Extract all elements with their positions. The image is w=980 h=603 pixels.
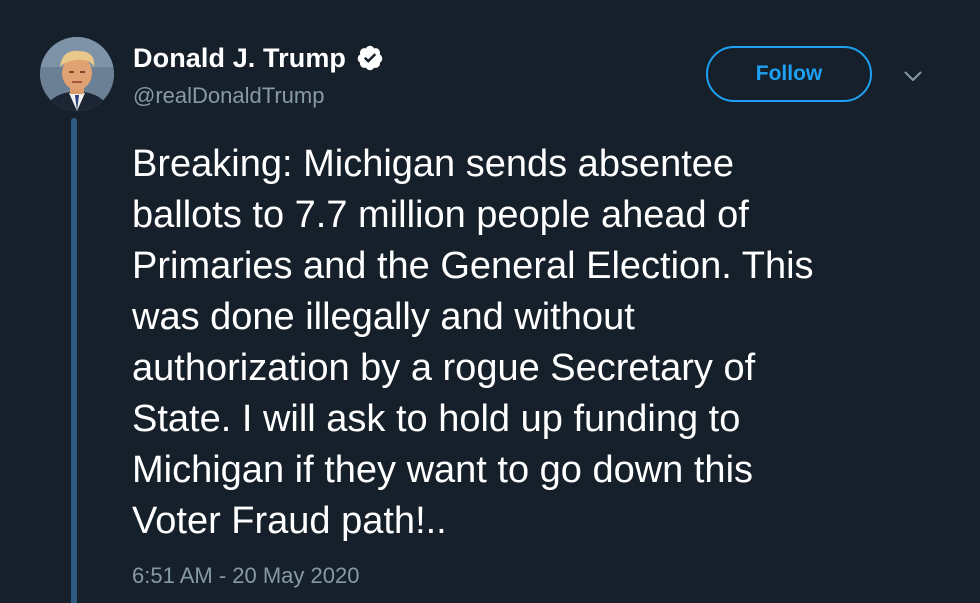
follow-button[interactable]: Follow (706, 46, 872, 102)
avatar[interactable] (40, 37, 114, 111)
thread-line (71, 118, 77, 603)
verified-badge-icon (357, 45, 383, 71)
avatar-photo-icon (40, 37, 114, 111)
display-name[interactable]: Donald J. Trump (133, 43, 346, 74)
tweet-card: Donald J. Trump @realDonaldTrump Follow … (0, 0, 980, 603)
more-options-button[interactable] (898, 62, 928, 90)
chevron-down-icon (904, 71, 922, 81)
user-name-row: Donald J. Trump (133, 40, 384, 76)
tweet-timestamp[interactable]: 6:51 AM - 20 May 2020 (132, 563, 359, 589)
tweet-text: Breaking: Michigan sends absentee ballot… (132, 143, 814, 542)
user-handle[interactable]: @realDonaldTrump (133, 83, 324, 109)
